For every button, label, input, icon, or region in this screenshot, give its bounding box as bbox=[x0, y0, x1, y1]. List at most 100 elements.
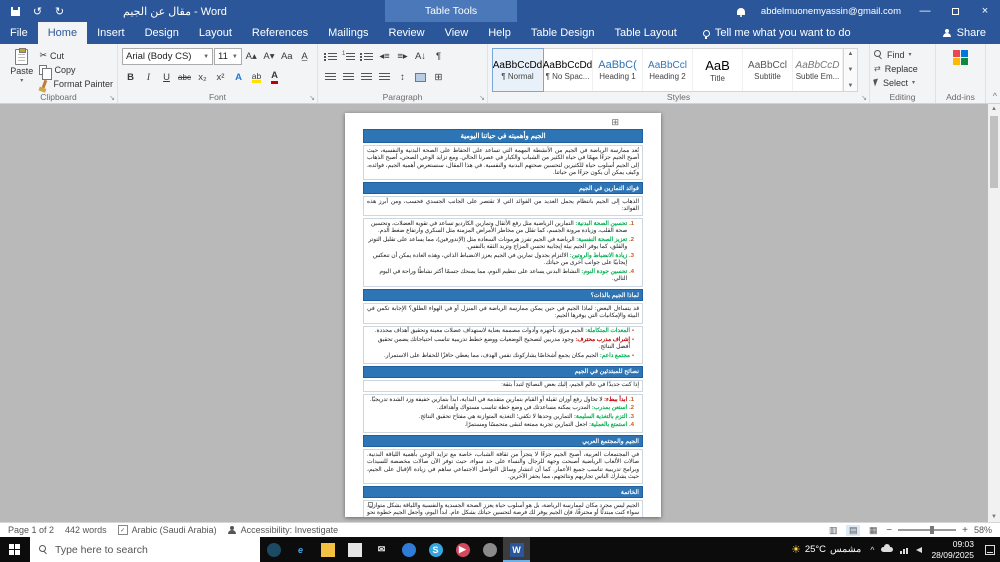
style-subtitle[interactable]: AaBbCcl Subtitle bbox=[743, 49, 793, 91]
mail-icon[interactable]: ✉ bbox=[368, 537, 395, 562]
tab-view[interactable]: View bbox=[435, 22, 479, 44]
volume-icon[interactable] bbox=[916, 546, 923, 553]
style-heading-1[interactable]: AaBbC(Heading 1 bbox=[593, 49, 643, 91]
underline-button[interactable]: U bbox=[158, 70, 175, 86]
text-effects-button[interactable]: A bbox=[230, 70, 247, 86]
subscript-button[interactable]: x₂ bbox=[194, 70, 211, 86]
restore-button[interactable] bbox=[940, 0, 970, 22]
network-icon[interactable] bbox=[900, 546, 909, 554]
media-player-icon[interactable]: ▶ bbox=[449, 537, 476, 562]
read-mode-button[interactable]: ▥ bbox=[826, 525, 840, 536]
table-resize-handle[interactable] bbox=[368, 502, 373, 507]
close-button[interactable]: × bbox=[970, 0, 1000, 22]
font-name-combo[interactable]: Arial (Body CS) ▼ bbox=[122, 48, 214, 65]
styles-dialog-launcher[interactable]: ↘ bbox=[861, 94, 867, 102]
tab-table-layout[interactable]: Table Layout bbox=[604, 22, 686, 44]
page[interactable]: ⊞ الجيم وأهميته في حياتنا اليومية تُعد مم… bbox=[345, 113, 661, 517]
align-right-button[interactable] bbox=[322, 70, 339, 86]
replace-button[interactable]: ⇄ Replace bbox=[874, 62, 931, 75]
settings-icon[interactable] bbox=[476, 537, 503, 562]
account-email[interactable]: abdelmuonemyassin@gmail.com bbox=[761, 6, 901, 17]
file-explorer-icon[interactable] bbox=[314, 537, 341, 562]
tab-table-design[interactable]: Table Design bbox=[521, 22, 605, 44]
font-color-button[interactable]: A bbox=[266, 70, 283, 86]
line-spacing-button[interactable]: ↕ bbox=[394, 70, 411, 86]
addins-icon[interactable] bbox=[953, 50, 968, 65]
photos-icon[interactable] bbox=[395, 537, 422, 562]
gallery-up-icon[interactable]: ▲ bbox=[848, 51, 854, 57]
bullets-button[interactable] bbox=[322, 49, 339, 65]
weather-widget[interactable]: ☀ 25°C مشمس bbox=[791, 543, 861, 556]
tab-insert[interactable]: Insert bbox=[87, 22, 135, 44]
tab-file[interactable]: File bbox=[0, 22, 38, 44]
action-center-icon[interactable] bbox=[985, 544, 995, 555]
show-marks-button[interactable]: ¶ bbox=[430, 49, 447, 65]
redo-icon[interactable]: ↻ bbox=[52, 4, 67, 19]
skype-icon[interactable]: S bbox=[422, 537, 449, 562]
superscript-button[interactable]: x² bbox=[212, 70, 229, 86]
minimize-button[interactable]: — bbox=[910, 0, 940, 22]
zoom-slider[interactable] bbox=[898, 526, 957, 534]
multilevel-list-button[interactable] bbox=[358, 49, 375, 65]
zoom-out-button[interactable]: − bbox=[886, 525, 892, 536]
find-button[interactable]: Find ▾ bbox=[874, 48, 931, 61]
zoom-in-button[interactable]: + bbox=[962, 525, 968, 536]
strikethrough-button[interactable]: abc bbox=[176, 70, 193, 86]
tab-home[interactable]: Home bbox=[37, 22, 88, 44]
sort-button[interactable]: A↓ bbox=[412, 49, 429, 65]
tab-review[interactable]: Review bbox=[379, 22, 435, 44]
gallery-more-icon[interactable]: ▼ bbox=[848, 83, 854, 89]
store-icon[interactable] bbox=[341, 537, 368, 562]
grow-font-button[interactable]: A▴ bbox=[243, 49, 260, 65]
cortana-icon[interactable] bbox=[260, 537, 287, 562]
zoom-slider-thumb[interactable] bbox=[930, 526, 935, 534]
clipboard-dialog-launcher[interactable]: ↘ bbox=[109, 94, 115, 102]
font-dialog-launcher[interactable]: ↘ bbox=[309, 94, 315, 102]
align-left-button[interactable] bbox=[358, 70, 375, 86]
vertical-scrollbar[interactable]: ▲ ▼ bbox=[988, 104, 1000, 522]
increase-indent-button[interactable]: ≡▸ bbox=[394, 49, 411, 65]
share-button[interactable]: Share bbox=[929, 22, 1000, 44]
zoom-level[interactable]: 58% bbox=[974, 525, 992, 535]
word-count[interactable]: 442 words bbox=[65, 525, 107, 535]
shading-button[interactable] bbox=[412, 70, 429, 86]
style--no-spac-[interactable]: AaBbCcDd ¶ No Spac... bbox=[543, 49, 593, 91]
save-icon[interactable] bbox=[8, 4, 23, 19]
tab-layout[interactable]: Layout bbox=[189, 22, 242, 44]
word-icon[interactable]: W bbox=[503, 537, 530, 562]
style--normal[interactable]: AaBbCcDd ¶ Normal bbox=[492, 48, 544, 92]
gallery-down-icon[interactable]: ▼ bbox=[848, 67, 854, 73]
taskbar-search-input[interactable]: Type here to search bbox=[30, 537, 260, 562]
tab-help[interactable]: Help bbox=[478, 22, 521, 44]
style-subtle-em-[interactable]: AaBbCcD Subtle Em... bbox=[793, 49, 843, 91]
scroll-down-icon[interactable]: ▼ bbox=[991, 512, 997, 522]
select-button[interactable]: Select ▾ bbox=[873, 76, 931, 89]
tray-expand-icon[interactable]: ^ bbox=[870, 545, 874, 555]
borders-button[interactable]: ⊞ bbox=[430, 70, 447, 86]
cut-button[interactable]: ✂ Cut bbox=[39, 49, 113, 62]
onedrive-icon[interactable] bbox=[881, 544, 894, 552]
justify-button[interactable] bbox=[376, 70, 393, 86]
web-layout-button[interactable]: ▦ bbox=[866, 525, 880, 536]
align-center-button[interactable] bbox=[340, 70, 357, 86]
clock[interactable]: 09:03 28/09/2025 bbox=[931, 539, 974, 559]
change-case-button[interactable]: Aa bbox=[278, 49, 295, 65]
paste-button[interactable]: Paste ▾ bbox=[4, 47, 39, 90]
style-heading-2[interactable]: AaBbCcl Heading 2 bbox=[643, 49, 693, 91]
highlight-button[interactable]: ab bbox=[248, 70, 265, 86]
italic-button[interactable]: I bbox=[140, 70, 157, 86]
edge-icon[interactable]: e bbox=[287, 537, 314, 562]
start-button[interactable] bbox=[0, 537, 30, 562]
scrollbar-thumb[interactable] bbox=[990, 116, 998, 188]
font-size-combo[interactable]: 11 ▼ bbox=[214, 48, 242, 65]
undo-icon[interactable]: ↺ bbox=[30, 4, 45, 19]
bell-icon[interactable] bbox=[736, 7, 745, 17]
tab-references[interactable]: References bbox=[242, 22, 318, 44]
clear-formatting-button[interactable]: A̲ bbox=[296, 49, 313, 65]
table-move-handle-icon[interactable]: ⊞ bbox=[611, 118, 619, 127]
tab-design[interactable]: Design bbox=[135, 22, 189, 44]
print-layout-button[interactable]: ▤ bbox=[846, 524, 861, 536]
tell-me-box[interactable]: Tell me what you want to do bbox=[702, 22, 851, 44]
copy-button[interactable]: Copy bbox=[39, 63, 113, 80]
shrink-font-button[interactable]: A▾ bbox=[261, 49, 278, 65]
